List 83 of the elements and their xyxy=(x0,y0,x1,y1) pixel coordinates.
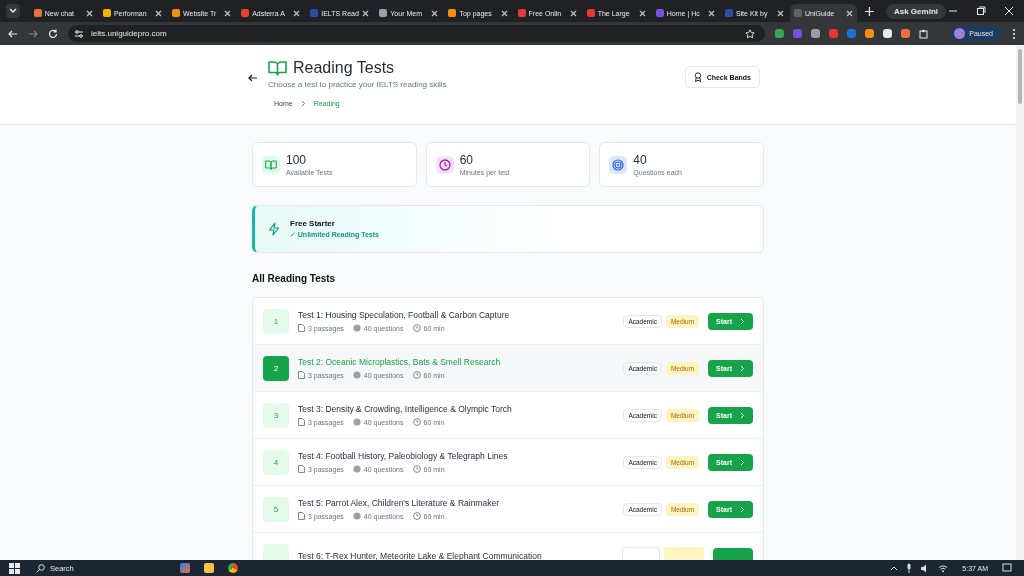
close-icon[interactable] xyxy=(569,9,577,17)
close-icon[interactable] xyxy=(362,9,370,17)
close-icon[interactable] xyxy=(777,9,784,17)
extension-icon[interactable] xyxy=(811,29,821,38)
search-icon xyxy=(36,563,45,573)
close-icon[interactable] xyxy=(431,9,439,17)
more-icon[interactable] xyxy=(1012,27,1016,40)
close-icon[interactable] xyxy=(500,9,508,17)
close-icon[interactable] xyxy=(293,9,301,17)
back-arrow-icon[interactable] xyxy=(248,73,258,83)
close-icon[interactable] xyxy=(638,9,646,17)
section-heading: All Reading Tests xyxy=(252,273,337,284)
clock-icon xyxy=(412,324,421,332)
clock-icon xyxy=(438,158,451,171)
chevron-right-icon xyxy=(300,100,306,107)
ask-gemini-button[interactable]: Ask Gemini xyxy=(885,3,946,19)
lightning-icon xyxy=(268,222,280,236)
chevron-right-icon xyxy=(740,411,745,419)
difficulty-tag xyxy=(664,547,704,560)
clock-icon xyxy=(412,371,421,379)
clock-icon xyxy=(412,465,421,473)
page-title: Reading Tests xyxy=(293,59,395,77)
stat-value: 40 xyxy=(633,153,648,167)
test-title[interactable]: Test 5: Parrot Alex, Children's Literature & Rainmaker xyxy=(298,498,615,508)
chevron-right-icon xyxy=(740,364,745,372)
start-icon[interactable] xyxy=(9,562,20,574)
browser-app-icon[interactable] xyxy=(228,563,238,573)
extension-icon[interactable] xyxy=(883,29,893,38)
open-book-icon xyxy=(265,159,277,170)
document-icon xyxy=(298,465,305,473)
chevron-up-icon[interactable] xyxy=(890,565,899,571)
chevron-right-icon xyxy=(740,317,745,325)
stat-value: 60 xyxy=(459,153,475,167)
chevron-down-icon xyxy=(8,8,17,14)
target-icon xyxy=(612,158,625,171)
document-icon xyxy=(298,418,305,426)
test-number: 3 xyxy=(263,402,289,428)
document-icon xyxy=(298,324,305,332)
tab-search-button[interactable] xyxy=(6,4,20,18)
close-icon[interactable] xyxy=(846,9,854,17)
reload-icon[interactable] xyxy=(48,28,58,39)
bookmark-star-icon[interactable] xyxy=(745,28,756,39)
page-subtitle: Choose a test to practice your IELTS reading skills xyxy=(268,80,448,89)
dot-icon xyxy=(352,371,361,379)
folder-icon[interactable] xyxy=(204,563,214,573)
forward-icon[interactable] xyxy=(28,28,38,39)
test-number: 5 xyxy=(263,496,289,522)
plan-name: Free Starter xyxy=(290,219,336,228)
test-title[interactable]: Test 3: Density & Crowding, Intelligence & Olympic Torch xyxy=(298,404,615,414)
document-icon xyxy=(298,371,305,379)
close-icon[interactable] xyxy=(224,9,232,17)
wifi-icon[interactable] xyxy=(938,563,949,573)
extension-icon[interactable] xyxy=(901,29,911,38)
document-icon xyxy=(298,512,305,520)
chevron-right-icon xyxy=(740,505,745,513)
start-button[interactable] xyxy=(713,547,753,560)
test-title[interactable]: Test 4: Football History, Paleobiology & Telegraph Lines xyxy=(298,451,615,461)
test-number: 2 xyxy=(263,355,289,381)
test-number: 1 xyxy=(263,308,289,334)
chevron-right-icon xyxy=(740,458,745,466)
test-number: 4 xyxy=(263,449,289,475)
close-icon[interactable] xyxy=(155,9,162,17)
dot-icon xyxy=(352,418,361,426)
microphone-icon[interactable] xyxy=(906,563,913,573)
back-icon[interactable] xyxy=(8,28,18,39)
address-field[interactable]: ielts.uniguidepro.com xyxy=(68,25,766,42)
close-icon[interactable] xyxy=(707,9,715,17)
dot-icon xyxy=(352,512,361,520)
site-settings-icon[interactable] xyxy=(74,28,84,39)
restore-icon[interactable] xyxy=(976,6,986,16)
clock-icon xyxy=(412,418,421,426)
dot-icon xyxy=(352,465,361,473)
test-title[interactable]: Test 1: Housing Speculation, Football & Carbon Capture xyxy=(298,310,615,320)
test-title[interactable]: Test 6: T-Rex Hunter, Meteorite Lake & Elephant Communication xyxy=(298,551,613,560)
clock-icon xyxy=(412,512,421,520)
dot-icon xyxy=(352,324,361,332)
stat-value: 100 xyxy=(286,153,308,167)
extension-icon[interactable] xyxy=(865,29,875,38)
award-icon xyxy=(693,72,702,82)
close-icon[interactable] xyxy=(85,9,93,17)
open-book-icon xyxy=(268,60,287,76)
new-tab-icon[interactable] xyxy=(865,6,874,16)
scrollbar[interactable] xyxy=(1016,45,1024,560)
